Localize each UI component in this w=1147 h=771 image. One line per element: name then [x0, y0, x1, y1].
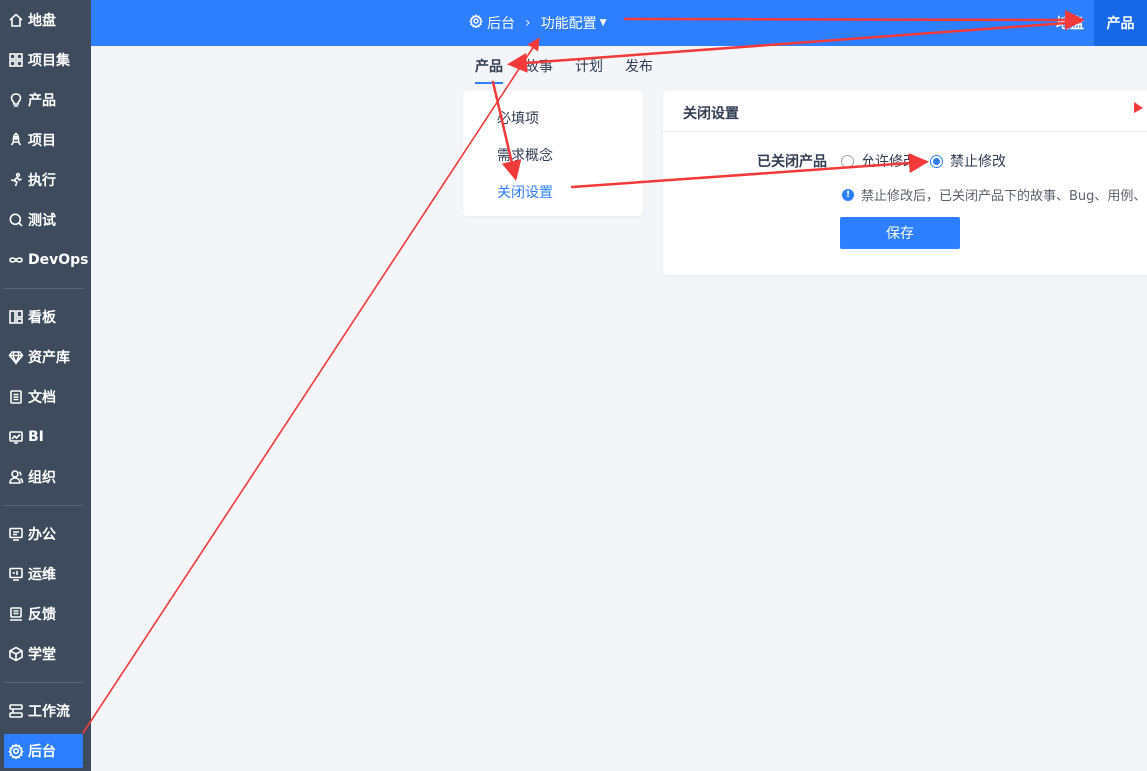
- sidebar-item-qa[interactable]: 测试: [4, 203, 83, 237]
- workflow-icon: [8, 703, 24, 719]
- sidebar-item-doc[interactable]: 文档: [4, 380, 83, 414]
- breadcrumb-separator: ›: [525, 15, 531, 31]
- sidebar-item-workflow[interactable]: 工作流: [4, 694, 83, 728]
- sidebar-item-label: 测试: [28, 213, 56, 229]
- tab-product[interactable]: 产品: [475, 56, 503, 84]
- panel-divider: [663, 131, 1147, 132]
- sidebar-item-bi[interactable]: BI: [4, 420, 83, 454]
- people-icon: [8, 469, 24, 485]
- feedback-icon: [8, 606, 24, 622]
- rocket-icon: [8, 132, 24, 148]
- top-header: 后台 › 功能配置 ▼ 地盘 产品: [91, 0, 1147, 46]
- hint-text: ! 禁止修改后，已关闭产品下的故事、Bug、用例、: [842, 185, 1146, 204]
- breadcrumb-current[interactable]: 功能配置: [541, 13, 597, 33]
- sidebar-item-label: 看板: [28, 310, 56, 326]
- sidebar-item-label: 产品: [28, 93, 56, 109]
- oa-icon: [8, 526, 24, 542]
- home-icon: [8, 12, 24, 28]
- breadcrumb: 后台 › 功能配置 ▼: [469, 0, 607, 46]
- cube-icon: [8, 646, 24, 662]
- info-icon: !: [842, 188, 854, 201]
- sidebar-item-label: BI: [28, 429, 44, 445]
- sidebar-item-label: 办公: [28, 527, 56, 543]
- menu-item-close-settings[interactable]: 关闭设置: [497, 182, 553, 202]
- sidebar-item-label: 学堂: [28, 647, 56, 663]
- sidebar-item-asset-library[interactable]: 资产库: [4, 340, 83, 374]
- sidebar-item-execution[interactable]: 执行: [4, 163, 83, 197]
- gear-icon: [8, 743, 24, 759]
- sidebar-item-feedback[interactable]: 反馈: [4, 597, 83, 631]
- monitor-icon: [8, 429, 24, 445]
- radio-circle[interactable]: [841, 154, 854, 168]
- sidebar-item-academy[interactable]: 学堂: [4, 637, 83, 671]
- ops-icon: [8, 566, 24, 582]
- tab-story[interactable]: 故事: [525, 56, 553, 84]
- tab-release[interactable]: 发布: [625, 56, 653, 84]
- sidebar-item-kanban[interactable]: 看板: [4, 300, 83, 334]
- hint-message: 禁止修改后，已关闭产品下的故事、Bug、用例、: [861, 189, 1147, 204]
- infinity-icon: [8, 252, 24, 268]
- radio-label: 允许修改: [861, 154, 917, 170]
- sidebar-divider: [4, 288, 83, 289]
- radio-allow-edit[interactable]: 允许修改: [841, 151, 917, 171]
- header-link-dashboard[interactable]: 地盘: [1056, 0, 1084, 46]
- lightbulb-icon: [8, 92, 24, 108]
- sidebar-item-label: 反馈: [28, 607, 56, 623]
- sidebar-divider: [4, 682, 83, 683]
- header-link-product[interactable]: 产品: [1094, 0, 1147, 46]
- diamond-icon: [8, 349, 24, 365]
- sidebar-item-ops[interactable]: 运维: [4, 557, 83, 591]
- tab-plan[interactable]: 计划: [575, 56, 603, 84]
- chevron-down-icon[interactable]: ▼: [600, 18, 607, 28]
- sidebar-item-label: 文档: [28, 390, 56, 406]
- radio-label: 禁止修改: [950, 154, 1006, 170]
- panel-title: 关闭设置: [683, 106, 739, 122]
- menu-item-requirement-concept[interactable]: 需求概念: [497, 145, 553, 165]
- sidebar-item-label: 组织: [28, 470, 56, 486]
- radio-forbid-edit[interactable]: 禁止修改: [930, 151, 1006, 171]
- breadcrumb-root[interactable]: 后台: [487, 13, 515, 33]
- grid-icon: [8, 52, 24, 68]
- document-icon: [8, 389, 24, 405]
- run-icon: [8, 172, 24, 188]
- sidebar-item-label: 运维: [28, 567, 56, 583]
- radio-circle[interactable]: [930, 154, 943, 168]
- sidebar-item-label: 项目集: [28, 53, 70, 69]
- sidebar-item-label: DevOps: [28, 252, 89, 268]
- sidebar-item-dashboard[interactable]: 地盘: [4, 3, 83, 37]
- sidebar-item-label: 项目: [28, 133, 56, 149]
- kanban-icon: [8, 309, 24, 325]
- sidebar-item-product[interactable]: 产品: [4, 83, 83, 117]
- settings-menu: 必填项 需求概念 关闭设置: [463, 91, 643, 216]
- module-tabs: 产品 故事 计划 发布: [475, 56, 675, 84]
- sidebar-item-program[interactable]: 项目集: [4, 43, 83, 77]
- sidebar-item-oa[interactable]: 办公: [4, 517, 83, 551]
- sidebar-item-label: 工作流: [28, 704, 70, 720]
- menu-item-required-fields[interactable]: 必填项: [497, 108, 539, 128]
- sidebar-divider: [4, 505, 83, 506]
- sidebar-item-org[interactable]: 组织: [4, 460, 83, 494]
- field-label: 已关闭产品: [757, 154, 827, 170]
- sidebar-item-project[interactable]: 项目: [4, 123, 83, 157]
- save-button[interactable]: 保存: [840, 217, 960, 249]
- search-icon: [8, 212, 24, 228]
- sidebar-item-label: 执行: [28, 173, 56, 189]
- sidebar-item-admin[interactable]: 后台: [4, 734, 83, 768]
- close-settings-panel: 关闭设置 已关闭产品 允许修改 禁止修改 ! 禁止修改后，已关闭产品下的故事、B…: [663, 91, 1147, 275]
- sidebar-item-devops[interactable]: DevOps: [4, 243, 89, 277]
- sidebar-item-label: 后台: [28, 744, 56, 760]
- gear-icon: [469, 14, 487, 32]
- sidebar: 地盘 项目集 产品 项目 执行 测试 DevOps 看板 资产库 文档 BI 组…: [0, 0, 91, 771]
- sidebar-item-label: 资产库: [28, 350, 70, 366]
- sidebar-item-label: 地盘: [28, 13, 56, 29]
